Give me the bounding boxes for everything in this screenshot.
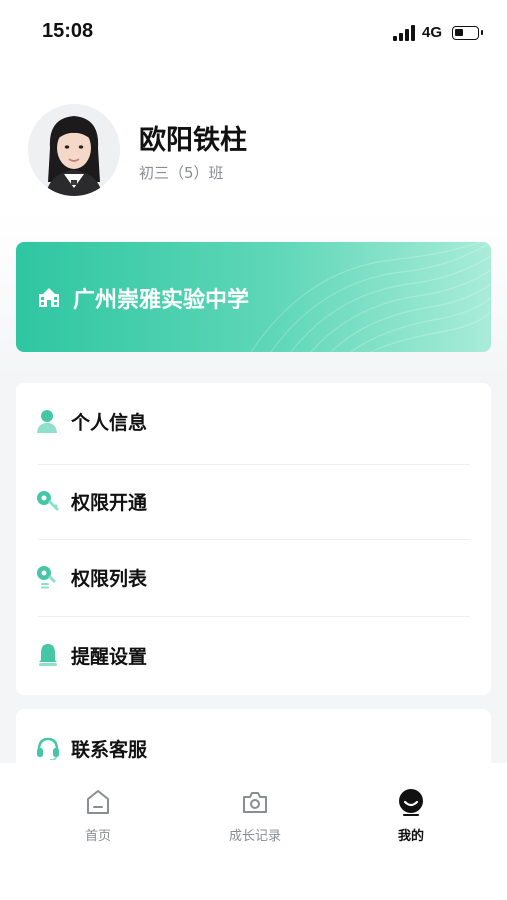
network-label: 4G	[422, 24, 443, 41]
profile-name: 欧阳铁柱	[139, 125, 247, 156]
wave-pattern-icon	[250, 242, 491, 352]
tab-home[interactable]: 首页	[48, 785, 148, 855]
person-icon	[37, 410, 57, 433]
status-bar: 15:08 4G	[0, 0, 507, 62]
headset-icon	[37, 737, 59, 760]
battery-icon	[452, 26, 483, 40]
menu-item-permission-list[interactable]: 权限列表	[16, 539, 491, 617]
menu-item-label: 权限开通	[71, 492, 148, 514]
menu-card: 个人信息 权限开通 权限列表 提醒设置	[16, 383, 491, 695]
signal-icon	[393, 25, 417, 41]
menu-item-reminder-settings[interactable]: 提醒设置	[16, 617, 491, 695]
tab-bar: 首页 成长记录 我的	[0, 763, 507, 900]
key-icon	[37, 491, 59, 511]
menu-item-label: 权限列表	[71, 568, 148, 590]
menu-item-label: 个人信息	[71, 412, 148, 434]
tab-label: 我的	[397, 829, 424, 844]
key-list-icon	[37, 566, 56, 589]
menu-item-permission-activate[interactable]: 权限开通	[16, 463, 491, 541]
menu-item-label: 联系客服	[71, 739, 148, 761]
school-card[interactable]: 广州崇雅实验中学	[16, 242, 491, 352]
avatar[interactable]	[28, 104, 120, 196]
profile-class: 初三（5）班	[139, 164, 224, 182]
school-building-icon	[39, 288, 59, 307]
tab-mine[interactable]: 我的	[361, 785, 461, 855]
school-name: 广州崇雅实验中学	[73, 288, 250, 313]
bell-icon	[39, 644, 57, 666]
status-time: 15:08	[42, 20, 94, 42]
tab-growth-record[interactable]: 成长记录	[205, 785, 305, 855]
profile-face-icon	[399, 789, 423, 816]
tab-label: 成长记录	[228, 829, 281, 844]
menu-item-personal-info[interactable]: 个人信息	[16, 383, 491, 461]
menu-item-label: 提醒设置	[71, 646, 148, 668]
home-icon	[87, 790, 109, 814]
tab-label: 首页	[84, 829, 111, 844]
camera-icon	[243, 792, 267, 813]
